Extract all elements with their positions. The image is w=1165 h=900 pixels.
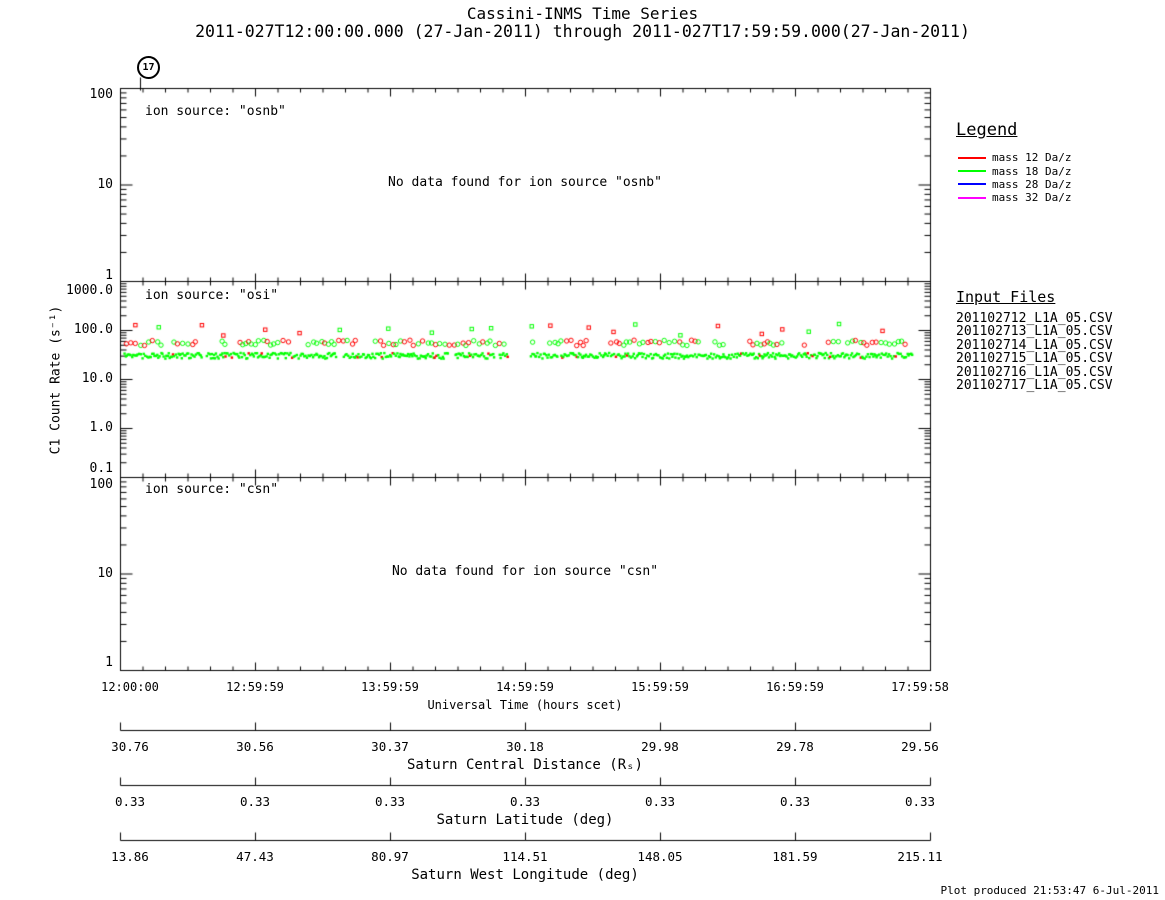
axis-value: 0.33: [374, 794, 406, 809]
axis-value: 215.11: [897, 849, 943, 864]
legend-label: mass 32 Da/z: [992, 191, 1072, 205]
legend-item: mass 18 Da/z: [958, 164, 1072, 178]
axis-value: 47.43: [236, 849, 274, 864]
saturn-west-longitude-axis-title: Saturn West Longitude (deg): [411, 867, 639, 883]
axis-value: 0.33: [904, 794, 936, 809]
orbit-marker: 17: [137, 56, 160, 79]
axis-value: 0.33: [644, 794, 676, 809]
input-file: 201102714_L1A_05.CSV: [956, 337, 1113, 353]
legend-item: mass 32 Da/z: [958, 191, 1071, 204]
legend-title: Legend: [956, 120, 1018, 140]
input-files-list: 201102712_L1A_05.CSV 201102713_L1A_05.CS…: [956, 311, 1113, 394]
y-tick-label: 0.1: [89, 461, 113, 476]
x-tick-label: 16:59:59: [766, 680, 824, 694]
legend-line-mass-28: [958, 183, 986, 186]
legend-item: mass 12 Da/z: [958, 151, 1071, 164]
panel-osnb-label: ion source: "osnb": [145, 104, 286, 119]
x-tick-label: 12:00:00: [101, 680, 159, 694]
orbit-number: 17: [142, 62, 155, 73]
legend-line-mass-12: [958, 156, 986, 159]
y-tick-label: 100.0: [73, 322, 113, 337]
axis-value: 30.37: [371, 739, 409, 754]
y-tick-label: 10: [97, 177, 113, 192]
y-tick-label: 1.0: [89, 420, 113, 435]
axis-value: 30.18: [506, 739, 544, 754]
axis-value: 80.97: [371, 849, 409, 864]
legend-item: mass 28 Da/z: [958, 178, 1071, 191]
axis-value: 13.86: [111, 849, 149, 864]
axis-value: 148.05: [637, 849, 683, 864]
y-tick-label: 1: [105, 655, 113, 670]
x-tick-label: 14:59:59: [496, 680, 554, 694]
panel-osi-label: ion source: "osi": [145, 288, 279, 303]
y-tick-label: 1000.0: [66, 283, 113, 298]
x-axis-title: Universal Time (hours scet): [427, 698, 623, 712]
page-title: Cassini-INMS Time Series: [466, 4, 699, 23]
y-tick-label: 10.0: [81, 371, 113, 386]
legend-label: mass 28 Da/z: [992, 177, 1072, 191]
axis-value: 0.33: [779, 794, 811, 809]
y-tick-label: 1: [105, 268, 113, 283]
panel-osnb-no-data-message: No data found for ion source "osnb": [388, 175, 662, 190]
input-files-title: Input Files: [956, 288, 1056, 306]
axis-value: 29.78: [776, 739, 814, 754]
legend-line-mass-18: [958, 170, 986, 173]
page-subtitle: 2011-027T12:00:00.000 (27-Jan-2011) thro…: [195, 22, 970, 41]
axis-value: 0.33: [509, 794, 541, 809]
axis-value: 29.98: [641, 739, 679, 754]
axis-value: 30.56: [236, 739, 274, 754]
axis-value: 181.59: [772, 849, 818, 864]
x-tick-label: 13:59:59: [361, 680, 419, 694]
panel-csn-no-data-message: No data found for ion source "csn": [391, 564, 659, 579]
axis-value: 30.76: [111, 739, 149, 754]
saturn-central-distance-axis-title: Saturn Central Distance (Rₛ): [406, 757, 643, 773]
y-tick-label: 100: [89, 87, 113, 102]
x-tick-label: 15:59:59: [631, 680, 689, 694]
legend-label: mass 12 Da/z: [992, 151, 1072, 165]
x-tick-label: 12:59:59: [226, 680, 284, 694]
input-file: 201102716_L1A_05.CSV: [956, 364, 1113, 380]
x-tick-label: 17:59:58: [891, 680, 949, 694]
input-file: 201102717_L1A_05.CSV: [956, 378, 1113, 394]
legend: mass 12 Da/z mass 18 Da/z mass 28 Da/z m…: [958, 151, 1071, 205]
input-file: 201102713_L1A_05.CSV: [956, 324, 1113, 340]
axis-value: 0.33: [239, 794, 271, 809]
input-file: 201102715_L1A_05.CSV: [956, 351, 1113, 367]
legend-label: mass 18 Da/z: [992, 164, 1072, 178]
panel-csn-label: ion source: "csn": [145, 482, 279, 497]
y-tick-label: 10: [97, 566, 113, 581]
y-axis-title: C1 Count Rate (s⁻¹): [48, 305, 64, 455]
plot-produced-timestamp: Plot produced 21:53:47 6-Jul-2011: [940, 884, 1159, 897]
cassini-inms-time-series-plot: Cassini-INMS Time Series 2011-027T12:00:…: [0, 0, 1165, 900]
axis-value: 0.33: [114, 794, 146, 809]
input-file: 201102712_L1A_05.CSV: [956, 311, 1113, 326]
saturn-latitude-axis-title: Saturn Latitude (deg): [436, 812, 614, 828]
axis-value: 114.51: [502, 849, 548, 864]
y-tick-label: 100: [89, 477, 113, 492]
legend-line-mass-32: [958, 196, 986, 199]
axis-value: 29.56: [901, 739, 939, 754]
